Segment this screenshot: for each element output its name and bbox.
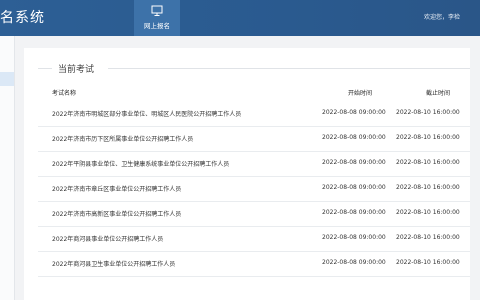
exam-name[interactable]: 2022年商河县卫生事业单位公开招聘工作人员: [52, 259, 175, 268]
nav-tab-label: 网上报名: [144, 22, 170, 30]
exam-start-time: 2022-08-08 09:00:00: [322, 109, 386, 116]
exam-start-time: 2022-08-08 09:00:00: [322, 159, 386, 166]
section-divider-right: [108, 68, 470, 69]
exam-end-time: 2022-08-10 16:00:00: [396, 209, 460, 216]
monitor-icon: [151, 5, 163, 16]
table-row[interactable]: 2022年平阴县事业单位、卫生健康系统事业单位公开招聘工作人员 2022-08-…: [38, 152, 470, 177]
exam-start-time: 2022-08-08 09:00:00: [322, 184, 386, 191]
exam-end-time: 2022-08-10 16:00:00: [396, 109, 460, 116]
exam-end-time: 2022-08-10 16:00:00: [396, 259, 460, 266]
table-row[interactable]: 2022年济南市明城区部分事业单位、明城区人民医院公开招聘工作人员 2022-0…: [38, 102, 470, 127]
sidebar-item-active[interactable]: [0, 72, 14, 86]
table-row[interactable]: 2022年济南市章丘区事业单位公开招聘工作人员 2022-08-08 09:00…: [38, 177, 470, 202]
table-row[interactable]: 2022年商河县事业单位公开招聘工作人员 2022-08-08 09:00:00…: [38, 227, 470, 252]
section-divider-left: [38, 68, 52, 69]
column-header-name: 考试名称: [52, 90, 77, 97]
sidebar: [0, 36, 15, 300]
table-header: 考试名称 开始时间 截止时间: [38, 80, 470, 102]
table-row[interactable]: 2022年济南市高新区事业单位公开招聘工作人员 2022-08-08 09:00…: [38, 202, 470, 227]
exam-end-time: 2022-08-10 16:00:00: [396, 134, 460, 141]
exam-name[interactable]: 2022年商河县事业单位公开招聘工作人员: [52, 234, 163, 243]
main-panel: 当前考试 考试名称 开始时间 截止时间 2022年济南市明城区部分事业单位、明城…: [24, 48, 470, 300]
exam-name[interactable]: 2022年济南市历下区所属事业单位公开招聘工作人员: [52, 134, 193, 143]
exam-end-time: 2022-08-10 16:00:00: [396, 184, 460, 191]
table-row[interactable]: 2022年商河县卫生事业单位公开招聘工作人员 2022-08-08 09:00:…: [38, 252, 470, 277]
exam-start-time: 2022-08-08 09:00:00: [322, 134, 386, 141]
exam-name[interactable]: 2022年济南市高新区事业单位公开招聘工作人员: [52, 209, 181, 218]
exam-start-time: 2022-08-08 09:00:00: [322, 209, 386, 216]
exam-name[interactable]: 2022年平阴县事业单位、卫生健康系统事业单位公开招聘工作人员: [52, 159, 229, 168]
exam-end-time: 2022-08-10 16:00:00: [396, 159, 460, 166]
exam-start-time: 2022-08-08 09:00:00: [322, 234, 386, 241]
user-greeting[interactable]: 欢迎您，李检: [424, 12, 460, 21]
exam-start-time: 2022-08-08 09:00:00: [322, 259, 386, 266]
nav-tab-online-registration[interactable]: 网上报名: [134, 0, 180, 36]
column-header-end: 截止时间: [426, 90, 451, 97]
exam-end-time: 2022-08-10 16:00:00: [396, 234, 460, 241]
table-row[interactable]: 2022年济南市历下区所属事业单位公开招聘工作人员 2022-08-08 09:…: [38, 127, 470, 152]
exam-list: 2022年济南市明城区部分事业单位、明城区人民医院公开招聘工作人员 2022-0…: [24, 102, 470, 277]
system-title: 名系统: [0, 10, 45, 26]
section-title: 当前考试: [58, 65, 95, 75]
top-header: 名系统 网上报名 欢迎您，李检: [0, 0, 480, 36]
exam-name[interactable]: 2022年济南市章丘区事业单位公开招聘工作人员: [52, 184, 181, 193]
column-header-start: 开始时间: [348, 90, 373, 97]
exam-name[interactable]: 2022年济南市明城区部分事业单位、明城区人民医院公开招聘工作人员: [52, 109, 241, 118]
